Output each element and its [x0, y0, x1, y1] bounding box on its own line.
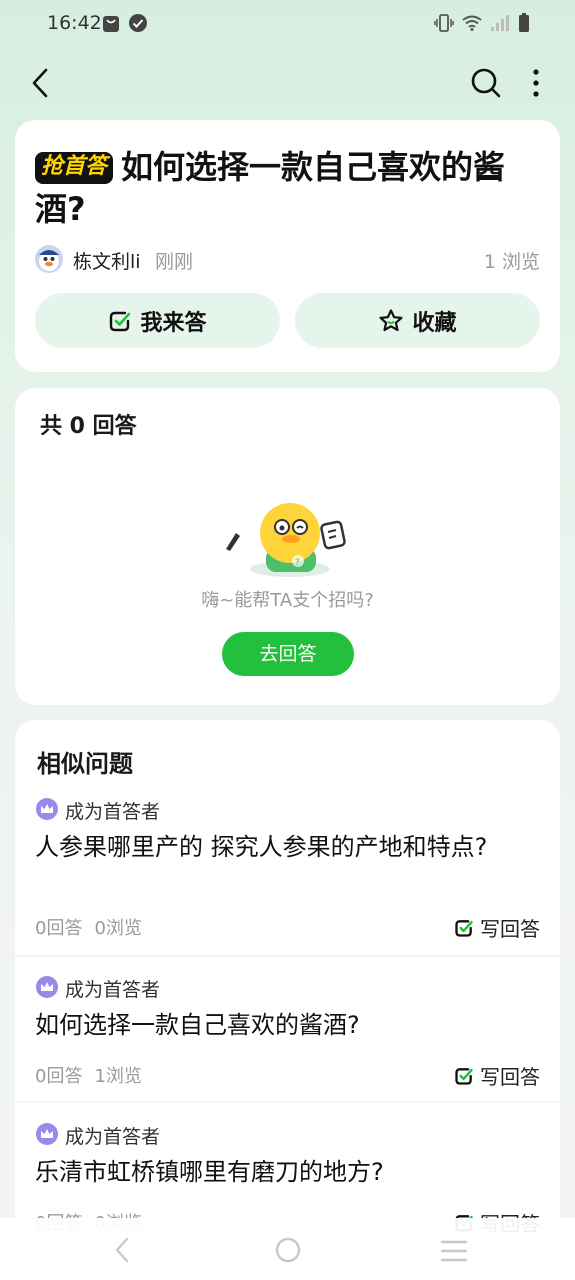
nav-back-icon[interactable] — [110, 1236, 136, 1264]
view-count: 0浏览 — [94, 918, 142, 939]
duck-mascot-illustration: ? — [226, 503, 346, 577]
write-answer-button[interactable]: 写回答 — [454, 1061, 540, 1090]
answer-button[interactable]: 我来答 — [35, 293, 280, 348]
similar-question-text[interactable]: 如何选择一款自己喜欢的酱酒? — [35, 1010, 515, 1041]
view-count: 1浏览 — [94, 1066, 142, 1087]
edit-check-icon — [455, 919, 473, 937]
first-answer-badge: 抢首答 — [35, 152, 114, 184]
question-title-block: 抢首答 如何选择一款自己喜欢的酱酒? — [35, 146, 535, 230]
crown-icon — [36, 798, 58, 820]
similar-question-stats: 0回答 1浏览 — [35, 1062, 142, 1088]
divider — [15, 955, 560, 957]
bag-icon — [103, 16, 119, 32]
check-circle-icon — [129, 14, 147, 32]
edit-check-icon — [455, 1067, 473, 1085]
answer-count: 0回答 — [35, 1066, 83, 1087]
favorite-button[interactable]: 收藏 — [295, 293, 540, 348]
empty-state-text: 嗨~能帮TA支个招吗? — [201, 590, 374, 611]
author-name[interactable]: 栋文利li — [73, 247, 141, 274]
write-answer-label: 写回答 — [480, 917, 540, 941]
answers-count-heading: 共 0 回答 — [40, 414, 137, 439]
divider — [15, 1101, 560, 1103]
similar-question-item[interactable]: 成为首答者 人参果哪里产的 探究人参果的产地和特点? 0回答 0浏览 写回答 — [15, 790, 560, 955]
wifi-icon — [462, 15, 482, 31]
signal-icon — [491, 15, 509, 31]
more-vertical-icon[interactable] — [523, 66, 549, 100]
crown-icon — [36, 976, 58, 998]
status-bar: 16:42 — [0, 0, 575, 48]
similar-question-text[interactable]: 人参果哪里产的 探究人参果的产地和特点? — [35, 832, 515, 863]
first-answerer-tag: 成为首答者 — [65, 1126, 161, 1148]
nav-home-icon[interactable] — [275, 1236, 301, 1264]
svg-text:?: ? — [295, 558, 300, 568]
answer-count: 0回答 — [35, 918, 83, 939]
write-answer-label: 写回答 — [480, 1065, 540, 1089]
similar-question-item[interactable]: 成为首答者 如何选择一款自己喜欢的酱酒? 0回答 1浏览 写回答 — [15, 968, 560, 1098]
avatar[interactable] — [35, 245, 63, 273]
answers-card: 共 0 回答 ? 嗨~能帮TA支个招吗? 去回答 — [15, 388, 560, 705]
similar-question-stats: 0回答 0浏览 — [35, 914, 142, 940]
battery-icon — [519, 13, 529, 32]
go-answer-button[interactable]: 去回答 — [222, 632, 354, 676]
back-arrow-icon[interactable] — [24, 66, 58, 100]
search-icon[interactable] — [469, 66, 503, 100]
view-count: 1 浏览 — [483, 251, 540, 273]
first-answerer-tag: 成为首答者 — [65, 979, 161, 1001]
nav-recents-icon[interactable] — [440, 1239, 468, 1263]
vibrate-icon — [434, 14, 454, 32]
similar-question-text[interactable]: 乐清市虹桥镇哪里有磨刀的地方? — [35, 1157, 515, 1188]
first-answerer-tag: 成为首答者 — [65, 801, 161, 823]
similar-questions-card: 相似问题 成为首答者 人参果哪里产的 探究人参果的产地和特点? 0回答 0浏览 写… — [15, 720, 560, 1280]
answer-button-label: 我来答 — [140, 310, 207, 336]
write-answer-button[interactable]: 写回答 — [454, 913, 540, 942]
post-time: 刚刚 — [155, 251, 194, 273]
similar-questions-heading: 相似问题 — [37, 750, 133, 778]
star-icon — [379, 308, 403, 331]
question-card: 抢首答 如何选择一款自己喜欢的酱酒? 栋文利li 刚刚 1 浏览 我来答 收藏 — [15, 120, 560, 372]
status-time: 16:42 — [47, 12, 102, 34]
edit-check-icon — [110, 311, 131, 331]
system-nav-bar — [0, 1218, 575, 1280]
app-bar — [0, 58, 575, 108]
favorite-button-label: 收藏 — [412, 310, 457, 336]
author-row: 栋文利li 刚刚 1 浏览 — [35, 244, 540, 274]
crown-icon — [36, 1123, 58, 1145]
